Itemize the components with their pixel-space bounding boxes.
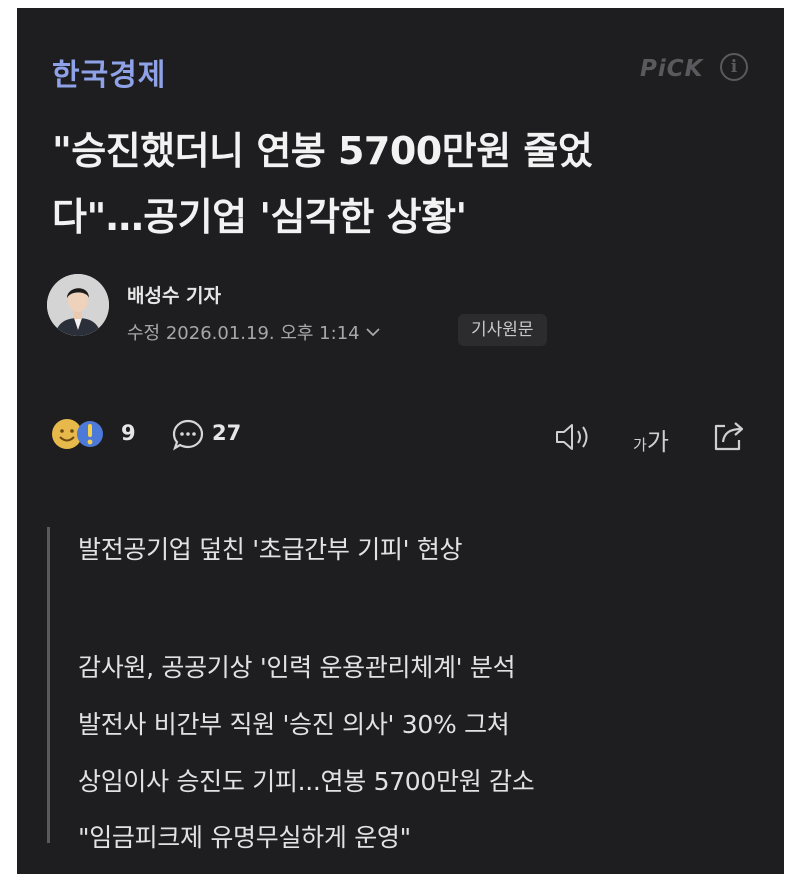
reaction-emoji-icon[interactable] xyxy=(50,416,110,452)
chevron-down-icon xyxy=(365,328,380,337)
speaker-icon[interactable] xyxy=(553,420,593,454)
font-large-glyph: 가 xyxy=(646,428,669,456)
summary-line: "임금피크제 유명무실하게 운영" xyxy=(78,823,411,852)
article-screen: 한국경제 PiCK i "승진했더니 연봉 5700만원 줄었 다"…공기업 '… xyxy=(17,8,784,874)
summary-line: 발전사 비간부 직원 '승진 의사' 30% 그쳐 xyxy=(78,710,510,739)
share-icon[interactable] xyxy=(711,418,747,454)
summary-line: 감사원, 공공기상 '인력 운용관리체계' 분석 xyxy=(78,653,516,682)
font-small-glyph: 가 xyxy=(633,436,647,454)
reporter-name[interactable]: 배성수 기자 xyxy=(127,281,221,308)
summary-bar xyxy=(47,527,50,843)
original-article-button[interactable]: 기사원문 xyxy=(458,314,547,346)
title-line-2: 다"…공기업 '심각한 상황' xyxy=(52,195,467,239)
comment-icon[interactable] xyxy=(171,418,205,452)
summary-line: 상임이사 승진도 기피...연봉 5700만원 감소 xyxy=(78,767,535,796)
comment-count: 27 xyxy=(212,421,242,445)
press-logo[interactable]: 한국경제 xyxy=(52,50,166,94)
reaction-count: 9 xyxy=(121,421,136,445)
reporter-avatar[interactable] xyxy=(47,274,109,336)
info-icon[interactable]: i xyxy=(720,53,748,81)
summary-line: 발전공기업 덮친 '초급간부 기피' 현상 xyxy=(78,535,463,564)
title-line-1: "승진했더니 연봉 5700만원 줄었 xyxy=(52,129,593,173)
timestamp: 수정 2026.01.19. 오후 1:14 xyxy=(127,323,360,344)
article-title: "승진했더니 연봉 5700만원 줄었 다"…공기업 '심각한 상황' xyxy=(52,118,762,250)
font-size-icon[interactable]: 가가 xyxy=(633,422,669,457)
article-meta[interactable]: 수정 2026.01.19. 오후 1:14 xyxy=(127,319,380,345)
pick-badge: PiCK xyxy=(640,56,704,82)
reporter-photo xyxy=(47,274,109,336)
